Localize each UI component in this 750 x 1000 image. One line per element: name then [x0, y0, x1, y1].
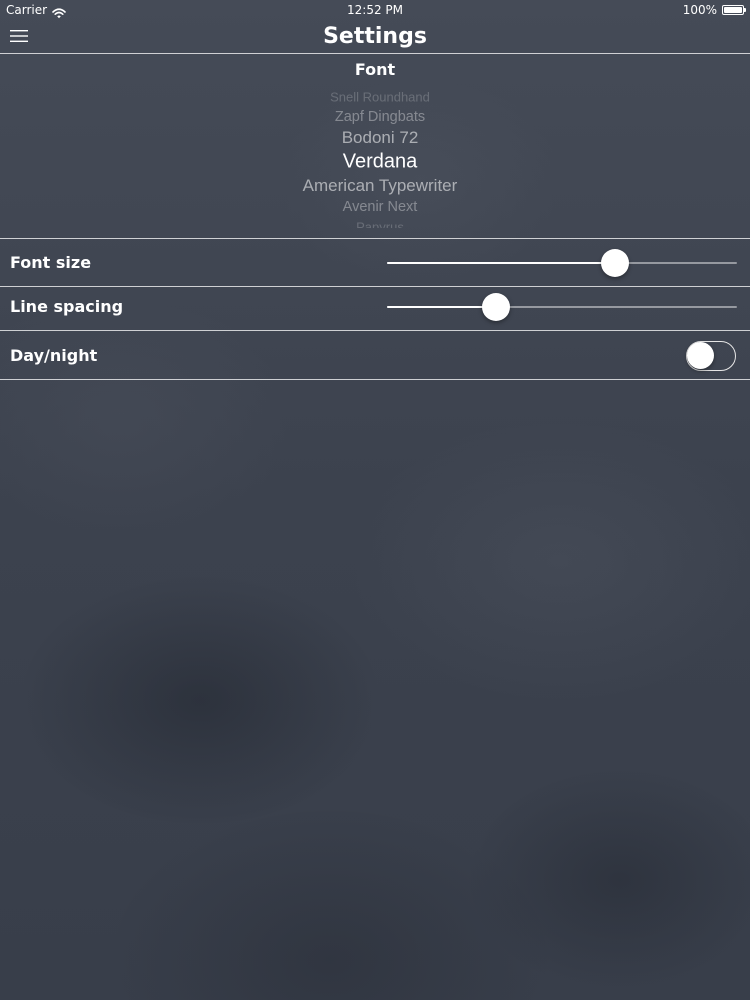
slider-fill [387, 262, 615, 264]
line-spacing-label: Line spacing [10, 297, 124, 316]
font-section-title: Font [354, 60, 396, 79]
day-night-row: Day/night [0, 332, 750, 380]
status-right: 100% [682, 0, 746, 20]
font-picker-item[interactable]: Zapf Dingbats [150, 109, 610, 125]
font-picker-item[interactable]: Bodoni 72 [150, 128, 610, 148]
carrier-label: Carrier [6, 3, 48, 17]
wifi-icon [52, 5, 66, 18]
page-title: Settings [323, 24, 427, 49]
font-picker-item[interactable]: Snell Roundhand [150, 90, 610, 105]
navigation-bar: Settings [0, 20, 750, 54]
day-night-toggle[interactable] [686, 341, 736, 371]
font-picker-item[interactable]: Papyrus [150, 220, 610, 229]
status-bar: Carrier 12:52 PM 100% [0, 0, 750, 20]
battery-icon [722, 5, 746, 15]
battery-level-fill [724, 7, 742, 13]
slider-fill [387, 306, 496, 308]
battery-percent: 100% [682, 3, 717, 17]
font-picker-item-selected[interactable]: Verdana [150, 151, 610, 174]
status-left: Carrier [6, 0, 66, 20]
status-time: 12:52 PM [347, 3, 403, 17]
day-night-label: Day/night [10, 346, 98, 365]
font-picker[interactable]: Snell Roundhand Zapf Dingbats Bodoni 72 Ver… [150, 90, 610, 228]
font-size-slider[interactable] [387, 249, 737, 277]
font-picker-item[interactable]: Avenir Next [150, 199, 610, 215]
font-size-label: Font size [10, 253, 92, 272]
font-size-row: Font size [0, 239, 750, 287]
hamburger-menu-icon[interactable] [10, 28, 28, 44]
line-spacing-slider[interactable] [387, 293, 737, 321]
font-section: Font Snell Roundhand Zapf Dingbats Bodoni … [0, 54, 750, 239]
line-spacing-row: Line spacing [0, 283, 750, 331]
toggle-knob [687, 342, 714, 369]
slider-thumb[interactable] [482, 293, 510, 321]
slider-thumb[interactable] [601, 249, 629, 277]
font-picker-item[interactable]: American Typewriter [150, 176, 610, 196]
